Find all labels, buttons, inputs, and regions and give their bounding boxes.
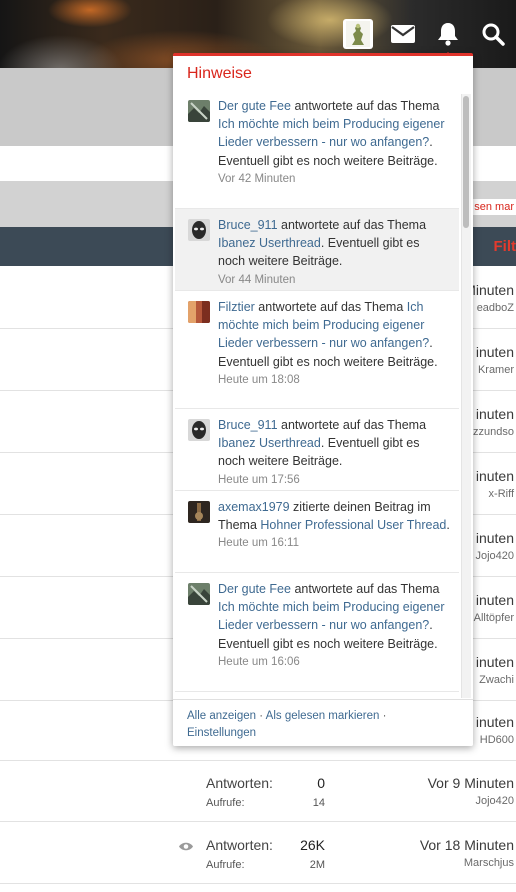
- notification-user[interactable]: Bruce_911: [218, 218, 278, 232]
- last-post-time: inuten: [475, 714, 514, 730]
- settings-link[interactable]: Einstellungen: [187, 727, 256, 739]
- notification-action: antwortete auf das Thema: [277, 418, 427, 432]
- answers-count: 0: [317, 775, 325, 791]
- last-post-time: Vor 18 Minuten: [419, 837, 514, 853]
- last-post-user[interactable]: x-Riff: [489, 488, 514, 500]
- footer-separator: ·: [256, 710, 266, 722]
- last-post-time: inuten: [475, 344, 514, 360]
- notification-list: Der gute Fee antwortete auf das Thema Ic…: [175, 90, 459, 698]
- user-avatar-button[interactable]: [339, 15, 377, 53]
- last-post-time: inuten: [475, 592, 514, 608]
- notification-thread[interactable]: Ibanez Userthread: [218, 436, 321, 450]
- notification-item[interactable]: Bruce_911 antwortete auf das Thema Ibane…: [175, 409, 459, 491]
- user-avatar[interactable]: [188, 100, 210, 122]
- last-post-user[interactable]: Kramer: [478, 364, 514, 376]
- notification-user[interactable]: axemax1979: [218, 500, 290, 514]
- last-post-time: inuten: [475, 406, 514, 422]
- last-post-time: inuten: [475, 654, 514, 670]
- user-avatar[interactable]: [188, 583, 210, 605]
- show-all-link[interactable]: Alle anzeigen: [187, 710, 256, 722]
- search-icon: [482, 23, 505, 46]
- views-count: 14: [312, 797, 325, 809]
- bell-icon: [438, 23, 458, 46]
- notification-user[interactable]: Der gute Fee: [218, 582, 291, 596]
- answers-count: 26K: [300, 837, 325, 853]
- views-count: 2M: [309, 859, 325, 871]
- notification-action: antwortete auf das Thema: [290, 582, 440, 596]
- mark-all-read-link[interactable]: Als gelesen markieren: [266, 710, 380, 722]
- last-post-user[interactable]: Jojo420: [475, 550, 514, 562]
- user-avatar[interactable]: [188, 501, 210, 523]
- filter-link[interactable]: Filt: [494, 238, 516, 255]
- views-label: Aufrufe:: [206, 797, 245, 809]
- last-post-user[interactable]: Marschjus: [464, 857, 514, 869]
- scrollbar-thumb[interactable]: [463, 96, 469, 228]
- popup-title: Hinweise: [187, 65, 252, 82]
- last-post-user[interactable]: Alltöpfer: [474, 612, 514, 624]
- notification-thread[interactable]: Ibanez Userthread: [218, 236, 321, 250]
- notification-user[interactable]: Filztier: [218, 300, 255, 314]
- notification-user[interactable]: Bruce_911: [218, 418, 278, 432]
- notifications-button[interactable]: [429, 15, 467, 60]
- last-post-time: inuten: [475, 468, 514, 484]
- notification-thread[interactable]: Ich möchte mich beim Producing eigener L…: [218, 600, 445, 632]
- notification-item[interactable]: Bruce_911 antwortete auf das Thema Ibane…: [175, 209, 459, 291]
- mail-button[interactable]: [384, 15, 422, 53]
- views-label: Aufrufe:: [206, 859, 245, 871]
- eye-icon: [178, 839, 194, 857]
- notification-time: Vor 42 Minuten: [218, 172, 296, 185]
- thread-row[interactable]: Antworten: 26K Aufrufe: 2M Vor 18 Minute…: [0, 821, 516, 884]
- footer-separator: ·: [379, 710, 387, 722]
- notification-item[interactable]: Der gute Fee antwortete auf das Thema Ic…: [175, 573, 459, 692]
- notification-item[interactable]: Filztier antwortete auf das Thema Ich mö…: [175, 291, 459, 409]
- notifications-popup: Hinweise Der gute Fee antwortete auf das…: [173, 53, 473, 746]
- mark-read-link[interactable]: sen mar: [470, 199, 516, 215]
- notification-action: antwortete auf das Thema: [277, 218, 427, 232]
- last-post-user[interactable]: eadboZ: [477, 302, 514, 314]
- notification-scrollbar[interactable]: [461, 94, 471, 698]
- notification-time: Heute um 16:11: [218, 537, 299, 550]
- last-post-time: inuten: [475, 530, 514, 546]
- notification-time: Vor 44 Minuten: [218, 273, 296, 286]
- last-post-time: Vor 9 Minuten: [427, 775, 514, 791]
- notification-time: Heute um 18:08: [218, 373, 300, 386]
- last-post-user[interactable]: zzundso: [473, 426, 514, 438]
- user-avatar[interactable]: [188, 419, 210, 441]
- user-avatar[interactable]: [188, 219, 210, 241]
- last-post-user[interactable]: HD600: [480, 734, 514, 746]
- popup-footer: Alle anzeigen · Als gelesen markieren · …: [173, 699, 473, 746]
- thread-row[interactable]: Antworten: 0 Aufrufe: 14 Vor 9 Minuten J…: [0, 759, 516, 822]
- notification-thread[interactable]: Hohner Professional User Thread: [260, 518, 446, 532]
- notification-item[interactable]: axemax1979 zitierte deinen Beitrag im Th…: [175, 491, 459, 573]
- notification-tail: .: [446, 518, 450, 533]
- notification-user[interactable]: Der gute Fee: [218, 99, 291, 113]
- notification-action: antwortete auf das Thema: [290, 99, 440, 113]
- last-post-user[interactable]: Zwachi: [479, 674, 514, 686]
- user-avatar[interactable]: [188, 301, 210, 323]
- notification-thread[interactable]: Ich möchte mich beim Producing eigener L…: [218, 117, 445, 149]
- notification-action: antwortete auf das Thema: [254, 300, 407, 314]
- mail-icon: [391, 25, 415, 43]
- notification-time: Heute um 16:06: [218, 655, 300, 668]
- notification-time: Heute um 17:56: [218, 473, 300, 486]
- last-post-user[interactable]: Jojo420: [475, 795, 514, 807]
- notification-item[interactable]: Der gute Fee antwortete auf das Thema Ic…: [175, 90, 459, 209]
- search-button[interactable]: [474, 15, 512, 53]
- user-avatar: [343, 19, 373, 49]
